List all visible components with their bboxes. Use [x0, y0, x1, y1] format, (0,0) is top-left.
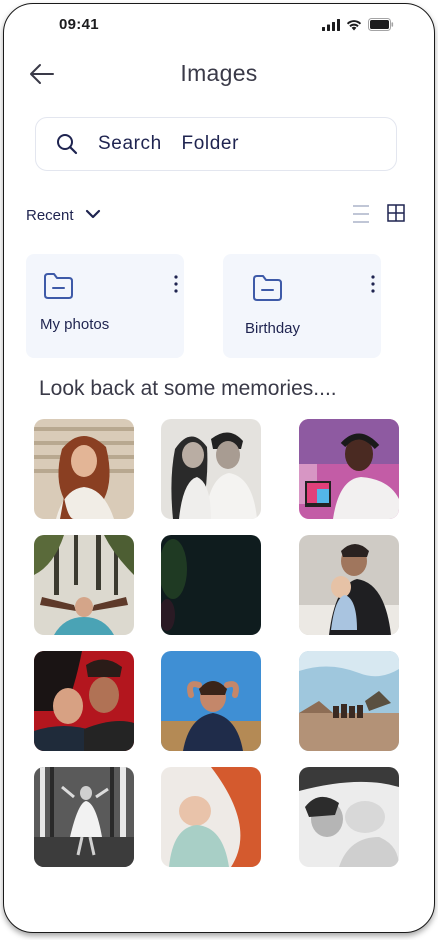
search-icon: [57, 134, 78, 155]
chevron-down-icon[interactable]: [84, 205, 102, 223]
sort-label[interactable]: Recent: [26, 207, 74, 224]
folder-name: Birthday: [245, 320, 301, 337]
photo-thumbnail[interactable]: [161, 767, 261, 867]
photo-thumbnail[interactable]: [299, 419, 399, 519]
girl-dancing-bw-image: [34, 767, 134, 867]
photo-thumbnail[interactable]: [299, 767, 399, 867]
woman-portrait-image: [34, 419, 134, 519]
dark-abstract-image: [161, 535, 261, 635]
folder-icon: [253, 275, 282, 301]
search-bar[interactable]: Search Folder: [35, 117, 397, 171]
mother-baby-bw-image: [299, 767, 399, 867]
memories-title: Look back at some memories....: [39, 377, 337, 400]
battery-icon: [368, 18, 394, 31]
search-input[interactable]: Search Folder: [98, 133, 239, 155]
photo-thumbnail[interactable]: [299, 651, 399, 751]
father-baby-image: [299, 535, 399, 635]
photo-thumbnail[interactable]: [34, 767, 134, 867]
folder-card-my-photos[interactable]: My photos: [26, 254, 184, 358]
desert-camels-image: [299, 651, 399, 751]
grid-view-icon[interactable]: [387, 204, 405, 222]
photo-thumbnail[interactable]: [161, 419, 261, 519]
photo-thumbnail[interactable]: [161, 651, 261, 751]
more-vertical-icon[interactable]: [369, 274, 377, 294]
photo-thumbnail[interactable]: [34, 651, 134, 751]
more-vertical-icon[interactable]: [172, 274, 180, 294]
photo-thumbnail[interactable]: [34, 419, 134, 519]
photo-thumbnail[interactable]: [161, 535, 261, 635]
page-title: Images: [180, 60, 258, 86]
photo-thumbnail[interactable]: [299, 535, 399, 635]
wifi-icon: [346, 19, 362, 30]
status-time: 09:41: [59, 16, 99, 33]
couple-upside-down-image: [34, 651, 134, 751]
woman-trees-image: [34, 535, 134, 635]
photo-thumbnail[interactable]: [34, 535, 134, 635]
phone-frame: 09:41 Images Search Folder Recent My pho…: [3, 3, 435, 933]
list-view-icon[interactable]: [352, 204, 370, 224]
folder-name: My photos: [40, 316, 110, 333]
couple-bw-image: [161, 419, 261, 519]
sleeping-baby-image: [161, 767, 261, 867]
child-sky-image: [161, 651, 261, 751]
signal-icon: [322, 18, 340, 31]
folder-icon: [44, 273, 73, 299]
folder-card-birthday[interactable]: Birthday: [223, 254, 381, 358]
status-icons: [322, 18, 394, 31]
man-headphones-image: [299, 419, 399, 519]
